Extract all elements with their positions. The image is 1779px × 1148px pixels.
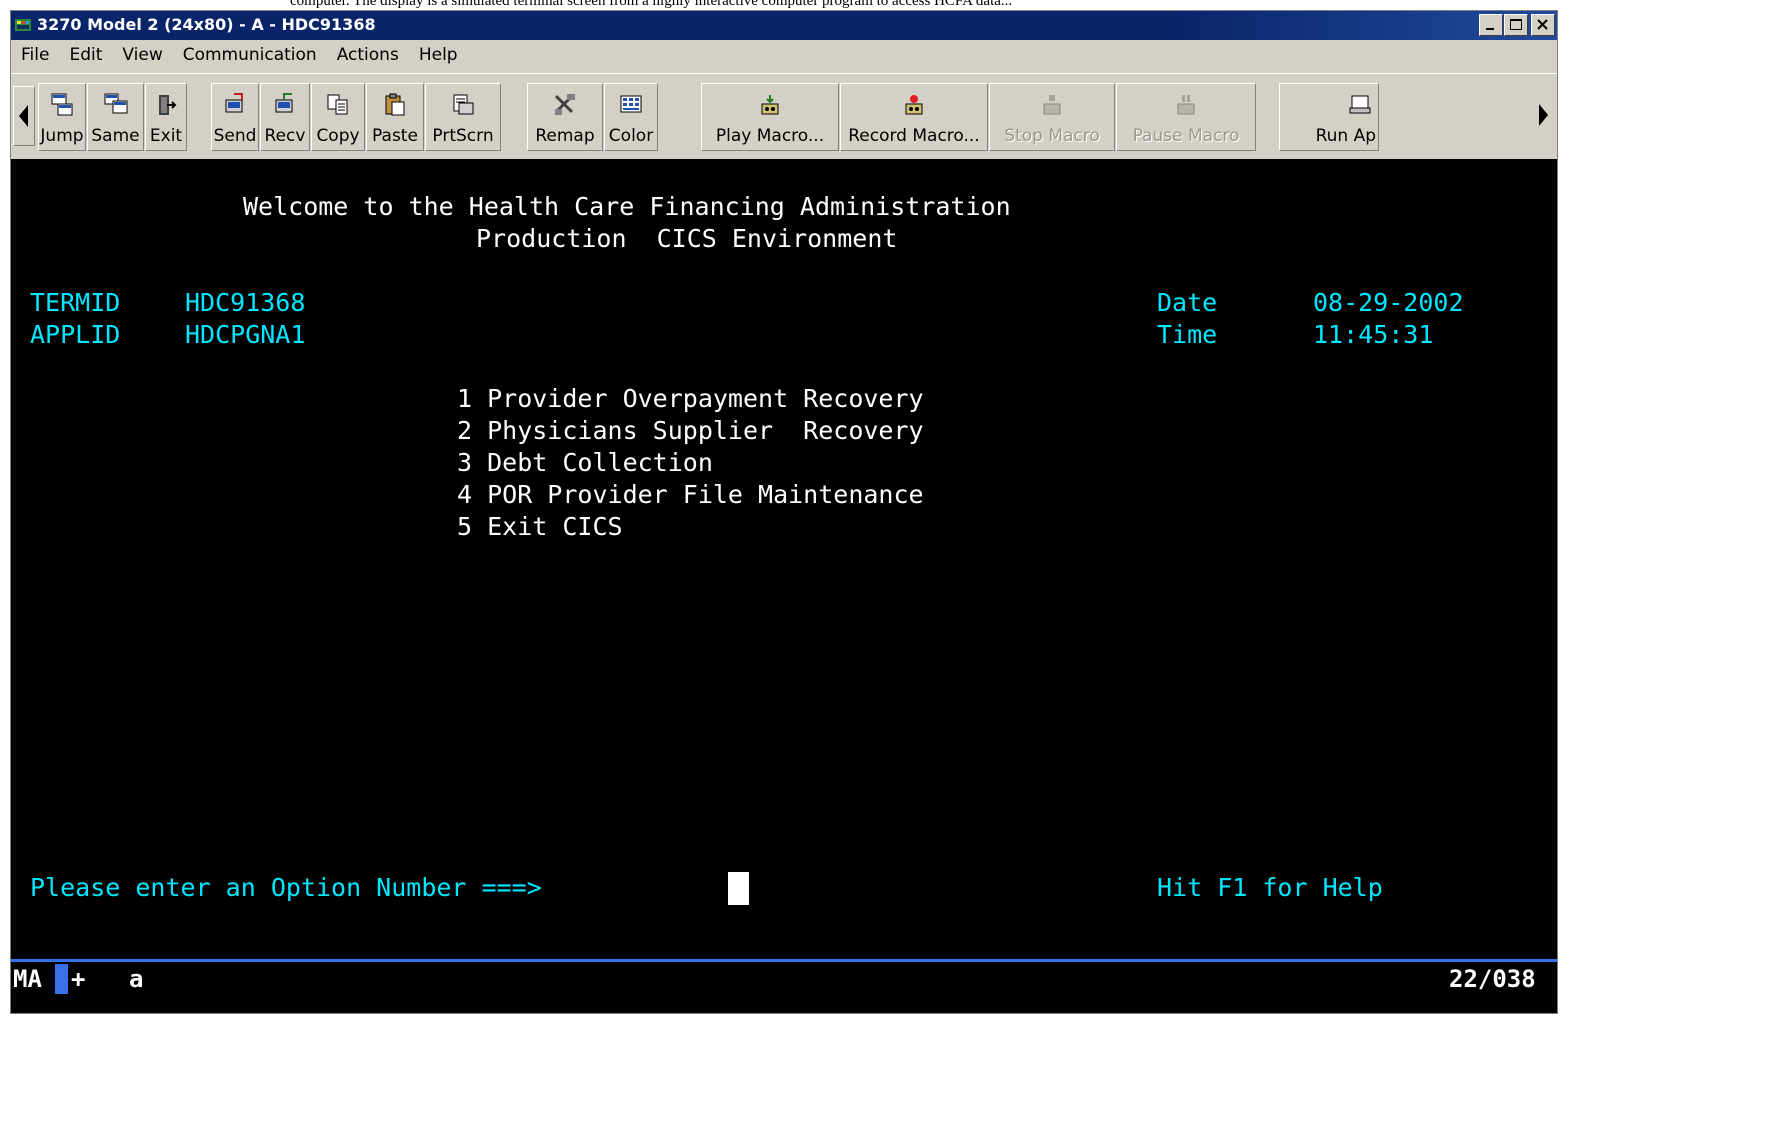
help-hint: Hit F1 for Help <box>1157 873 1383 902</box>
menu-option-2: 2 Physicians Supplier Recovery <box>457 416 924 445</box>
pause-macro-button[interactable]: Pause Macro <box>1116 83 1256 151</box>
menu-option-4: 4 POR Provider File Maintenance <box>457 480 924 509</box>
print-screen-button[interactable]: PrtScrn <box>425 83 501 151</box>
window-title: 3270 Model 2 (24x80) - A - HDC91368 <box>37 15 376 34</box>
receive-icon <box>275 93 293 113</box>
minimize-icon <box>1486 28 1494 30</box>
caption-text: computer. The display is a simulated ter… <box>290 0 1013 9</box>
close-icon <box>1537 19 1548 30</box>
play-macro-button[interactable]: Play Macro... <box>701 83 839 151</box>
paste-icon <box>385 93 405 116</box>
applid-value: HDCPGNA1 <box>185 320 306 349</box>
same-label: Same <box>91 126 140 146</box>
send-button[interactable]: Send <box>211 83 259 151</box>
exit-icon <box>159 95 177 115</box>
menu-file[interactable]: File <box>11 40 59 70</box>
scroll-left-icon <box>19 105 28 127</box>
run-app-label: Run Ap <box>1315 126 1376 146</box>
welcome-heading: Welcome to the Health Care Financing Adm… <box>243 192 1011 221</box>
toolbar: Jump Same Exit Send Recv Copy Paste PrtS… <box>11 73 1557 160</box>
menu-actions[interactable]: Actions <box>327 40 409 70</box>
option-prompt: Please enter an Option Number ===> <box>30 873 542 902</box>
print-screen-icon <box>453 94 474 115</box>
run-app-button[interactable]: Run Ap <box>1279 83 1379 151</box>
maximize-icon <box>1510 19 1522 30</box>
menu-bar: File Edit View Communication Actions Hel… <box>11 40 1557 70</box>
jump-button[interactable]: Jump <box>38 83 86 151</box>
option-input-field[interactable] <box>728 872 749 905</box>
menu-option-5: 5 Exit CICS <box>457 512 623 541</box>
paste-label: Paste <box>372 126 418 146</box>
title-bar[interactable]: 3270 Model 2 (24x80) - A - HDC91368 <box>11 11 1557 40</box>
status-cursor-indicator <box>55 964 68 994</box>
stop-macro-label: Stop Macro <box>1004 126 1100 146</box>
status-plus: + <box>71 965 86 993</box>
stop-macro-button[interactable]: Stop Macro <box>989 83 1115 151</box>
record-macro-label: Record Macro... <box>848 126 980 146</box>
termid-value: HDC91368 <box>185 288 306 317</box>
menu-communication[interactable]: Communication <box>173 40 327 70</box>
menu-help[interactable]: Help <box>409 40 468 70</box>
exit-label: Exit <box>149 126 183 146</box>
status-indicator: a <box>129 965 144 993</box>
status-divider <box>11 959 1557 962</box>
pause-macro-label: Pause Macro <box>1132 126 1240 146</box>
copy-label: Copy <box>316 126 360 146</box>
send-icon <box>225 93 243 113</box>
print-screen-label: PrtScrn <box>432 126 494 146</box>
color-icon <box>620 95 642 113</box>
maximize-button[interactable] <box>1504 14 1528 36</box>
date-label: Date <box>1157 288 1218 317</box>
play-macro-label: Play Macro... <box>715 126 825 146</box>
menu-option-1: 1 Provider Overpayment Recovery <box>457 384 924 413</box>
remap-label: Remap <box>535 126 595 146</box>
jump-icon <box>51 93 73 116</box>
close-button[interactable] <box>1531 14 1555 36</box>
time-label: Time <box>1157 320 1218 349</box>
applid-label: APPLID <box>30 320 121 349</box>
app-icon <box>15 19 31 31</box>
receive-button[interactable]: Recv <box>260 83 310 151</box>
remap-icon <box>554 94 575 115</box>
color-button[interactable]: Color <box>604 83 658 151</box>
toolbar-scroll-right-button[interactable] <box>1533 86 1555 146</box>
jump-label: Jump <box>40 126 84 146</box>
same-icon <box>104 93 127 114</box>
paste-button[interactable]: Paste <box>366 83 424 151</box>
terminal-emulator-window: 3270 Model 2 (24x80) - A - HDC91368 File… <box>10 10 1558 1014</box>
status-mode: MA <box>13 965 42 993</box>
minimize-button[interactable] <box>1479 14 1503 36</box>
same-button[interactable]: Same <box>87 83 144 151</box>
play-macro-icon <box>761 95 779 115</box>
stop-macro-icon <box>1043 95 1061 115</box>
menu-view[interactable]: View <box>112 40 172 70</box>
exit-button[interactable]: Exit <box>145 83 187 151</box>
send-label: Send <box>213 126 257 146</box>
toolbar-scroll-left-button[interactable] <box>13 86 35 146</box>
receive-label: Recv <box>264 126 306 146</box>
record-macro-icon <box>905 95 923 115</box>
cursor-position: 22/038 <box>1449 965 1536 993</box>
run-app-icon <box>1349 95 1371 114</box>
terminal-screen[interactable]: Welcome to the Health Care Financing Adm… <box>11 159 1557 1013</box>
date-value: 08-29-2002 <box>1313 288 1464 317</box>
time-value: 11:45:31 <box>1313 320 1434 349</box>
pause-macro-icon <box>1177 95 1195 115</box>
remap-button[interactable]: Remap <box>527 83 603 151</box>
menu-option-3: 3 Debt Collection <box>457 448 713 477</box>
termid-label: TERMID <box>30 288 121 317</box>
record-macro-button[interactable]: Record Macro... <box>840 83 988 151</box>
menu-edit[interactable]: Edit <box>59 40 112 70</box>
copy-button[interactable]: Copy <box>311 83 365 151</box>
environment-heading: Production CICS Environment <box>476 224 898 253</box>
color-label: Color <box>608 126 654 146</box>
copy-icon <box>327 94 348 115</box>
scroll-right-icon <box>1539 104 1548 126</box>
window-controls <box>1478 14 1555 36</box>
